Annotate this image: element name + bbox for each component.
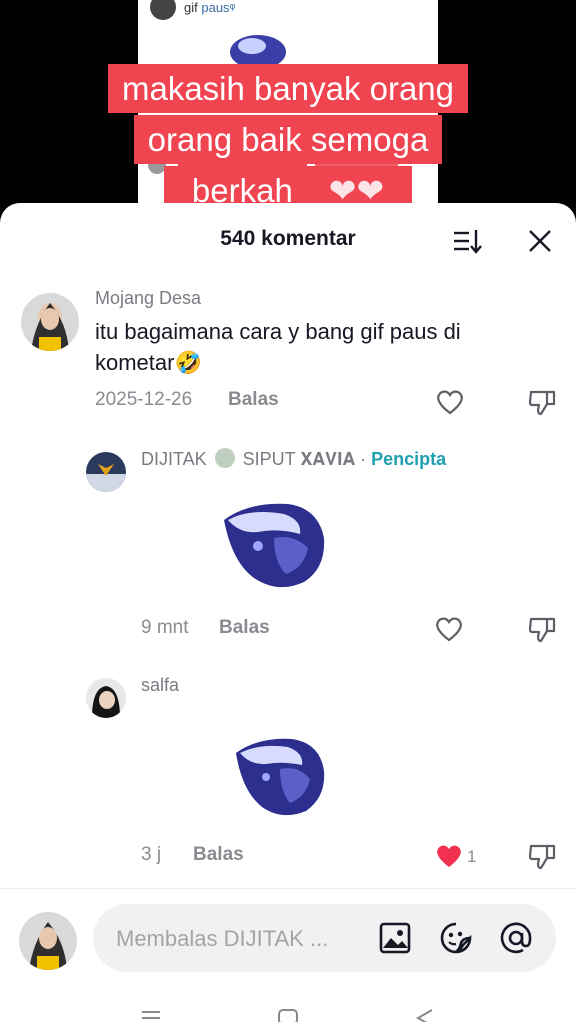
back-icon[interactable] (414, 1002, 436, 1022)
comment-text: itu bagaimana cara y bang gif paus di ko… (95, 319, 461, 375)
comment-date: 9 mnt (141, 617, 189, 638)
liked-heart-icon[interactable] (435, 843, 463, 869)
avatar[interactable] (86, 678, 126, 718)
close-icon[interactable] (527, 228, 553, 254)
whale-gif-sticker (224, 503, 325, 588)
caption-line-1: makasih banyak orang (0, 64, 576, 113)
gif-source-row: gif pausᵠ (150, 0, 235, 22)
dislike-icon[interactable] (527, 388, 557, 416)
reply-button[interactable]: Balas (219, 617, 270, 639)
comment-date: 3 j (141, 844, 162, 865)
libra-icon (214, 448, 235, 468)
sheet-header: 540 komentar (0, 203, 576, 275)
avatar[interactable] (86, 452, 126, 492)
sort-icon[interactable] (452, 227, 482, 255)
reply-button[interactable]: Balas (228, 389, 279, 411)
comment-count: 540 komentar (220, 227, 356, 250)
comment-username[interactable]: DIJITAK SIPUT 𝐗𝐀𝐕𝐈𝐀 · Pencipta (141, 448, 446, 470)
like-count: 1 (467, 847, 477, 866)
comment-username[interactable]: salfa (141, 675, 179, 696)
divider (0, 888, 576, 889)
like-icon[interactable] (435, 616, 463, 642)
like-icon[interactable] (436, 389, 464, 415)
dislike-icon[interactable] (527, 842, 557, 870)
comment-username[interactable]: Mojang Desa (95, 288, 201, 309)
caption-line-2: orang baik semoga (0, 115, 576, 164)
image-icon[interactable] (378, 921, 412, 955)
comment-date: 2025-12-26 (95, 389, 193, 410)
reply-input[interactable]: Membalas DIJITAK ... (93, 904, 556, 972)
gif-source-label: gif pausᵠ (184, 0, 236, 15)
emoji-sticker-icon[interactable] (439, 921, 473, 955)
video-player[interactable]: gif pausᵠ makasih banyak orang orang bai… (0, 0, 576, 217)
home-icon[interactable] (277, 1002, 299, 1022)
gif-source-avatar (150, 0, 176, 20)
creator-badge: Pencipta (371, 449, 447, 469)
whale-gif-sticker (236, 738, 325, 816)
recent-apps-icon[interactable] (140, 1002, 162, 1022)
avatar[interactable] (21, 293, 79, 351)
reply-button[interactable]: Balas (193, 844, 244, 866)
comments-sheet: 540 komentar Mojang Desa itu bagaimana c… (0, 203, 576, 1024)
mention-icon[interactable] (499, 921, 533, 955)
dislike-icon[interactable] (527, 615, 557, 643)
current-user-avatar (19, 912, 77, 970)
reply-input-placeholder: Membalas DIJITAK ... (116, 926, 329, 951)
